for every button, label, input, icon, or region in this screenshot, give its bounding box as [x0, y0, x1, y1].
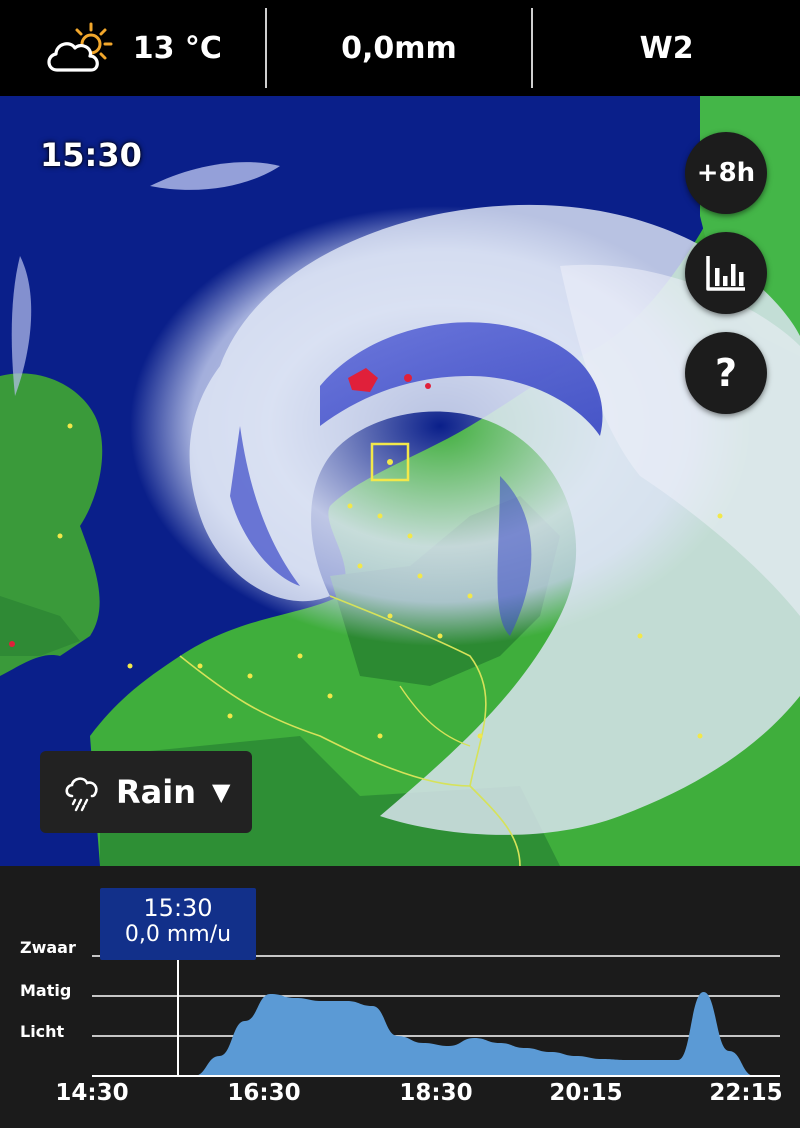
tooltip-value: 0,0 mm/u: [124, 922, 232, 947]
x-tick-label: 16:30: [227, 1080, 301, 1106]
precipitation-cell[interactable]: 0,0mm: [267, 0, 532, 96]
precipitation-chart-panel[interactable]: 15:30 0,0 mm/u Zwaar Matig Licht 14:30 1…: [0, 866, 800, 1128]
layer-label: Rain: [116, 773, 196, 811]
y-label-matig: Matig: [20, 981, 72, 1000]
help-button[interactable]: ?: [685, 332, 767, 414]
forecast-range-label: +8h: [696, 158, 756, 188]
temperature-cell[interactable]: 13 °C: [0, 0, 265, 96]
precipitation-value: 0,0mm: [341, 30, 457, 66]
precipitation-area: [92, 992, 780, 1076]
status-header: 13 °C 0,0mm W2: [0, 0, 800, 96]
current-time-tooltip: 15:30 0,0 mm/u: [100, 888, 256, 960]
y-label-licht: Licht: [20, 1022, 65, 1041]
chart-button[interactable]: [685, 232, 767, 314]
radar-time: 15:30: [40, 136, 142, 174]
chevron-down-icon: ▼: [211, 778, 231, 806]
partly-cloudy-icon: [47, 22, 113, 72]
y-label-zwaar: Zwaar: [20, 938, 76, 957]
help-label: ?: [714, 351, 738, 395]
rain-cloud-icon: [65, 777, 98, 812]
bar-chart-icon: [706, 256, 745, 291]
wind-value: W2: [639, 30, 694, 66]
wind-cell[interactable]: W2: [533, 0, 800, 96]
forecast-range-button[interactable]: +8h: [685, 132, 767, 214]
layer-dropdown[interactable]: Rain ▼: [40, 751, 252, 833]
temperature-value: 13 °C: [132, 30, 222, 66]
x-tick-label: 14:30: [55, 1080, 129, 1106]
x-tick-label: 20:15: [549, 1080, 623, 1106]
tooltip-time: 15:30: [143, 894, 213, 922]
x-tick-label: 22:15: [709, 1080, 783, 1106]
radar-map[interactable]: 15:30 +8h ? Rain ▼: [0, 96, 800, 866]
x-tick-label: 18:30: [399, 1080, 473, 1106]
